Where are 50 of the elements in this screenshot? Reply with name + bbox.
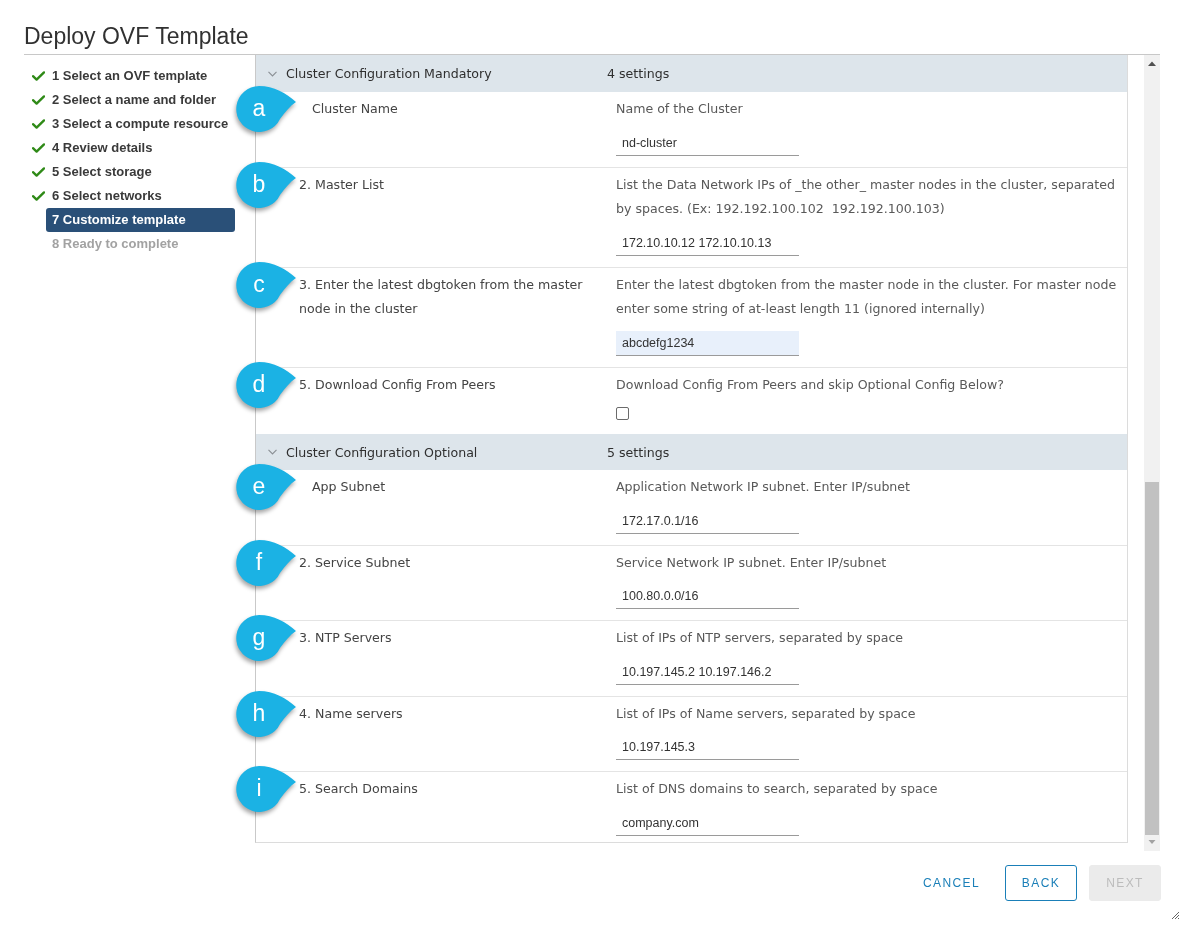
field-description: Application Network IP subnet. Enter IP/subnet <box>616 478 912 496</box>
section-header[interactable]: Cluster Configuration Mandatory 4 settings <box>256 55 1127 92</box>
resize-grip-icon[interactable] <box>1170 910 1180 920</box>
field-label: 4. Name servers <box>299 704 403 723</box>
section-title: Cluster Configuration Optional <box>286 444 479 460</box>
callout-pin: g <box>236 612 298 662</box>
text-field[interactable]: 172.17.0.1/16 <box>616 508 799 534</box>
callout-pin: i <box>236 763 298 813</box>
wizard-step[interactable]: 6 Select networks <box>46 184 235 208</box>
field-label: 5. Search Domains <box>299 780 418 798</box>
wizard-step[interactable]: 7 Customize template <box>46 208 235 232</box>
field-description: List of DNS domains to search, separated by space <box>616 780 939 798</box>
field-label: 3. NTP Servers <box>299 629 392 647</box>
section-header[interactable]: Cluster Configuration Optional 5 settings <box>256 434 1127 470</box>
wizard-step[interactable]: 4 Review details <box>46 136 235 160</box>
text-field[interactable]: 10.197.145.2 10.197.146.2 <box>616 659 799 685</box>
field-description: Download Config From Peers and skip Optional Config Below? <box>616 375 1005 394</box>
text-field[interactable]: 172.10.10.12 172.10.10.13 <box>616 230 799 256</box>
callout-pin: e <box>236 461 298 511</box>
wizard-step[interactable]: 5 Select storage <box>46 160 235 184</box>
field-description: List of IPs of NTP servers, separated by space <box>616 629 905 647</box>
text-field[interactable]: 100.80.0.0/16 <box>616 584 799 609</box>
cancel-button[interactable]: CANCEL <box>910 865 992 901</box>
field-label: Cluster Name <box>312 100 398 118</box>
checkbox[interactable] <box>616 407 629 420</box>
field-label: App Subnet <box>312 478 386 496</box>
settings-count: 5 settings <box>607 444 670 460</box>
section-title: Cluster Configuration Mandatory <box>286 66 493 81</box>
field-description: Enter the latest dbgtoken from the master node in the cluster. For master node enter some string of at-least length 11 (ignored internally) <box>616 275 1118 318</box>
settings-count: 4 settings <box>607 66 670 81</box>
field-label: 2. Service Subnet <box>299 553 411 572</box>
field-description: Name of the Cluster <box>616 100 744 118</box>
dialog-title: Deploy OVF Template <box>24 23 249 50</box>
callout-pin: a <box>236 83 298 133</box>
field-description: List the Data Network IPs of _the other_ master nodes in the cluster, separated by spaces. (Ex: 192.192.100.102 192.192.100.103) <box>616 175 1116 218</box>
field-description: Service Network IP subnet. Enter IP/subnet <box>616 553 888 572</box>
field-label: 2. Master List <box>299 175 385 194</box>
text-field[interactable]: company.com <box>616 810 799 836</box>
scrollbar-thumb[interactable] <box>1145 482 1159 835</box>
scrollbar-track[interactable] <box>1144 55 1160 851</box>
back-button[interactable]: BACK <box>1005 865 1077 901</box>
wizard-step[interactable]: 2 Select a name and folder <box>46 88 235 112</box>
field-label: 3. Enter the latest dbgtoken from the master node in the cluster <box>299 275 584 318</box>
wizard-step[interactable]: 1 Select an OVF template <box>46 64 235 88</box>
text-field[interactable]: nd-cluster <box>616 130 799 156</box>
text-field[interactable]: 10.197.145.3 <box>616 735 799 760</box>
text-field[interactable]: abcdefg1234 <box>616 330 799 356</box>
field-description: List of IPs of Name servers, separated by space <box>616 704 917 723</box>
wizard-step[interactable]: 3 Select a compute resource <box>46 112 235 136</box>
field-label: 5. Download Config From Peers <box>299 375 496 394</box>
